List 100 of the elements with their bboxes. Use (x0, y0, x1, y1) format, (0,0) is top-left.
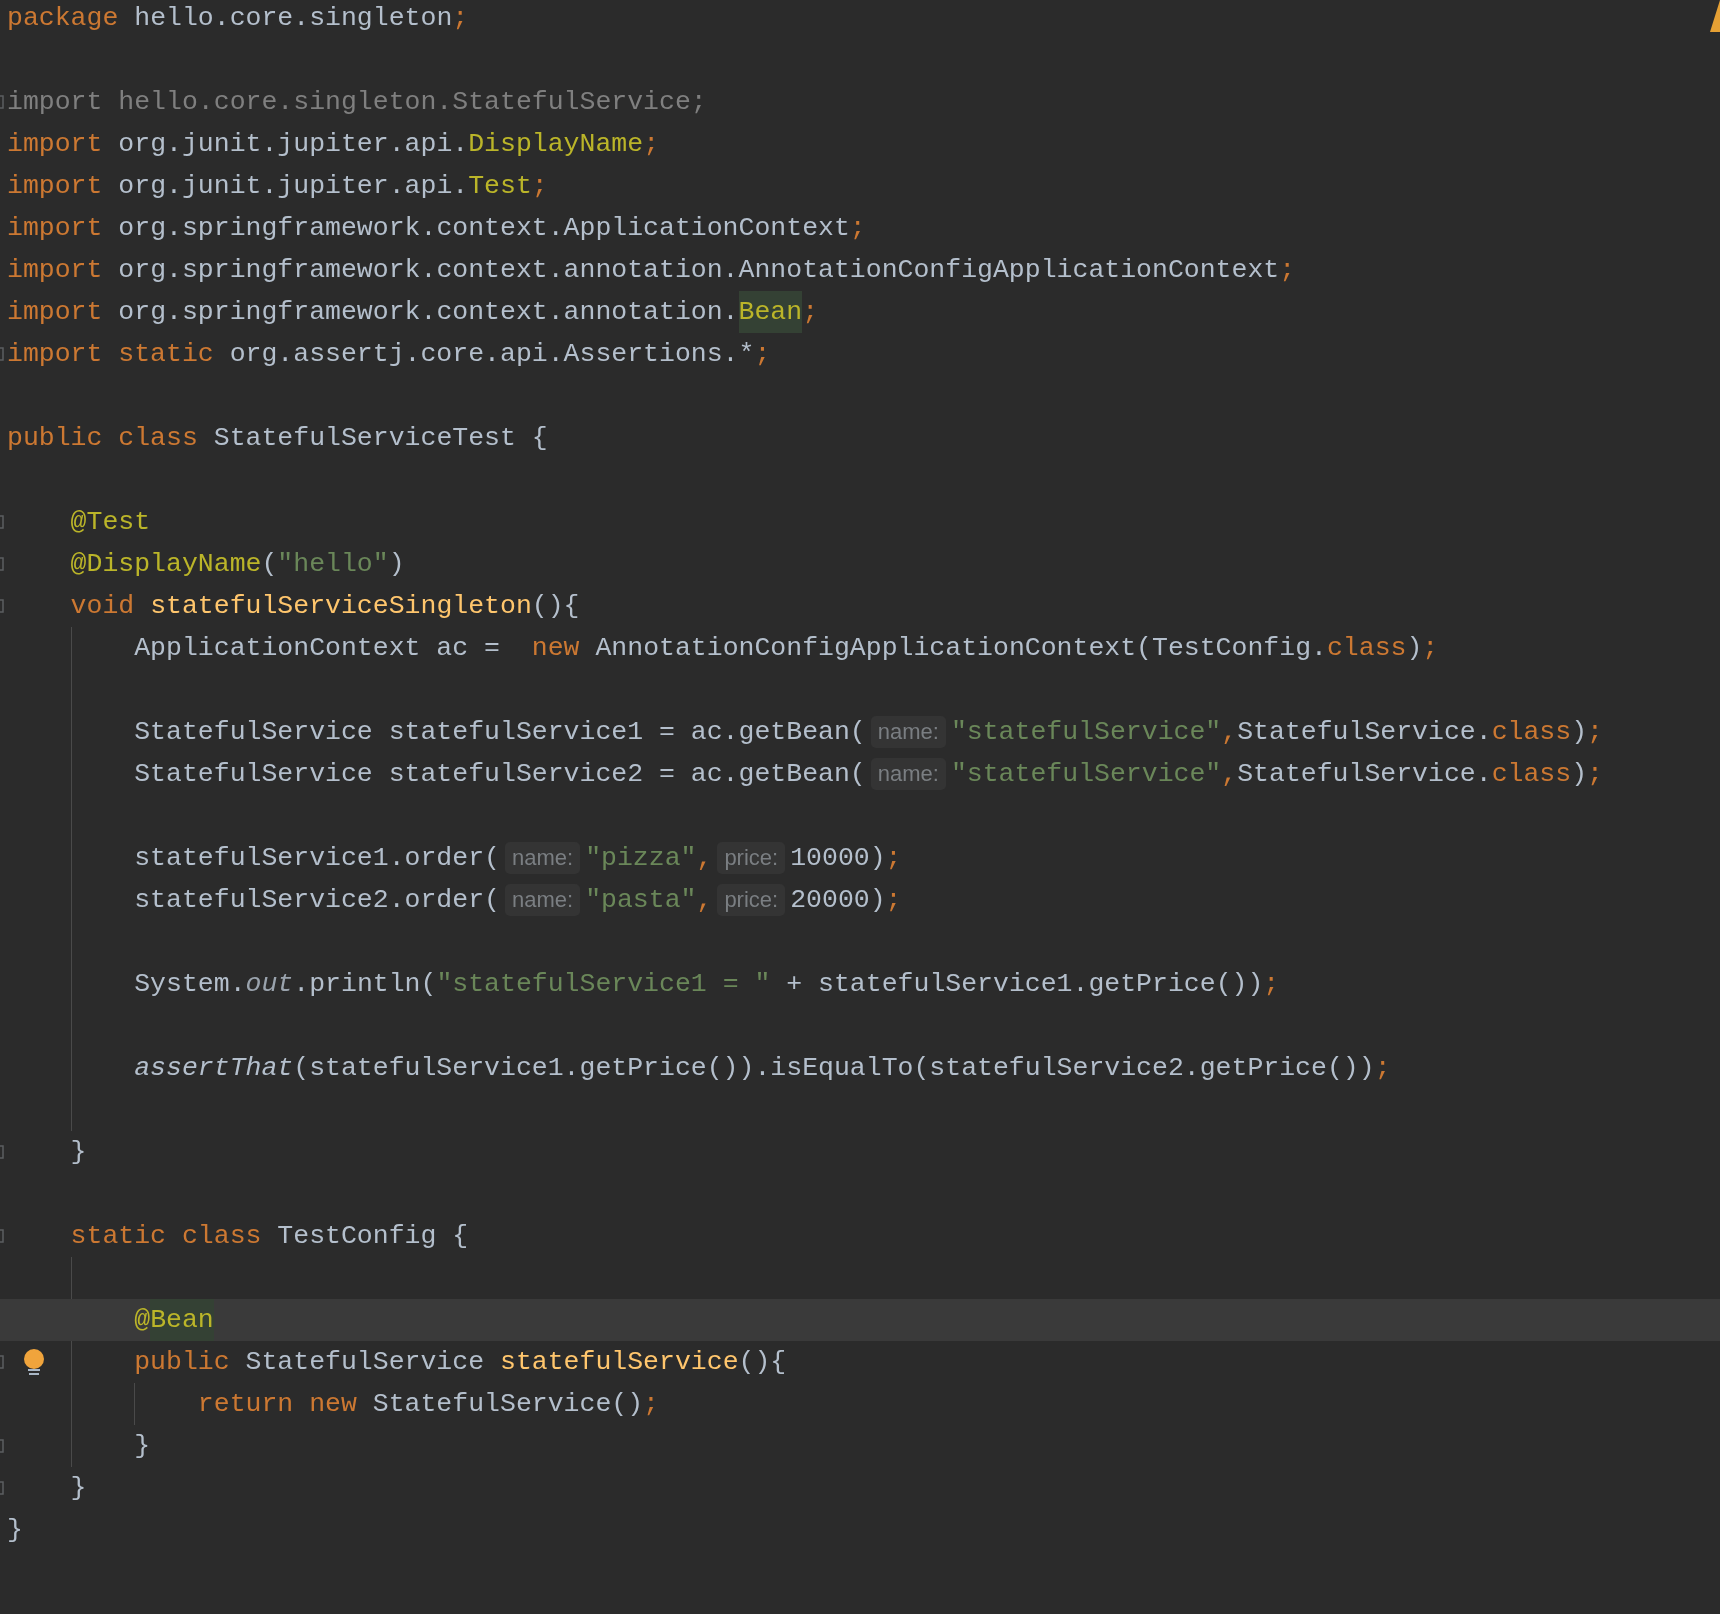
keyword: ; (754, 338, 771, 371)
method-call: assertThat (134, 1052, 294, 1085)
code-text: StatefulService statefulService1 = ac.getBean( (134, 716, 866, 749)
code-text: StatefulService() (371, 1388, 644, 1421)
code-text: 10000) (790, 842, 886, 875)
code-text: TestConfig { (276, 1220, 469, 1253)
keyword: import (7, 254, 103, 287)
unused-import: import hello.core.singleton.StatefulService; (7, 86, 707, 119)
warning-icon[interactable] (1710, 0, 1720, 32)
code-text: AnnotationConfigApplicationContext(TestConfig. (594, 632, 1327, 665)
string-literal: "hello" (277, 548, 389, 581)
code-text: ) (388, 548, 405, 581)
static-field: out (245, 963, 294, 1005)
keyword: import static (7, 338, 214, 371)
lightbulb-icon[interactable] (23, 1349, 45, 1377)
keyword: ; (1374, 1052, 1391, 1085)
code-text: System. (134, 968, 246, 1001)
code-text: (statefulService1.getPrice()).isEqualTo(statefulService2.getPrice()) (293, 1052, 1375, 1085)
code-text: } (134, 1430, 151, 1463)
code-text: ( (261, 548, 278, 581)
keyword: ; (1587, 716, 1603, 749)
code-text: 20000) (790, 884, 886, 917)
keyword: import (7, 296, 103, 329)
annotation: @ (134, 1304, 151, 1337)
code-text: org.junit.jupiter.api. (117, 128, 469, 161)
annotation: DisplayName (468, 128, 644, 161)
code-text: StatefulServiceTest { (212, 422, 548, 455)
keyword: static class (70, 1220, 262, 1253)
code-text: statefulService1.order( (134, 842, 500, 875)
code-text: StatefulService statefulService2 = ac.getBean( (134, 758, 866, 791)
code-text: org.springframework.context.annotation.AnnotationConfigApplicationContext (117, 254, 1280, 287)
code-text: ) (1571, 716, 1588, 749)
parameter-hint: price: (717, 842, 786, 874)
fold-icon[interactable] (0, 1145, 4, 1159)
keyword: ; (885, 884, 902, 917)
code-text: } (70, 1472, 87, 1505)
code-text: + statefulService1.getPrice()) (785, 968, 1264, 1001)
keyword: package (7, 2, 119, 35)
keyword: ; (643, 128, 660, 161)
fold-icon[interactable] (0, 1355, 4, 1369)
code-text: org.springframework.context.annotation. (117, 296, 739, 329)
parameter-hint: name: (505, 884, 581, 916)
parameter-hint: name: (870, 758, 946, 790)
code-text: StatefulService (244, 1346, 486, 1379)
keyword: public class (7, 422, 198, 455)
keyword: ; (1422, 632, 1439, 665)
keyword: , (696, 884, 713, 917)
keyword: import (7, 170, 103, 203)
keyword: new (531, 632, 580, 665)
code-text: ApplicationContext ac = (134, 632, 501, 665)
annotation: @Test (70, 506, 151, 539)
code-text: (){ (738, 1346, 787, 1379)
keyword: class (1491, 716, 1572, 749)
code-text: org.junit.jupiter.api. (117, 170, 469, 203)
code-text: hello.core.singleton (133, 2, 453, 35)
keyword: ; (452, 2, 469, 35)
fold-icon[interactable] (0, 1439, 4, 1453)
string-literal: "pasta" (585, 884, 697, 917)
parameter-hint: price: (717, 884, 786, 916)
keyword: ; (643, 1388, 659, 1421)
keyword: class (1491, 758, 1572, 791)
keyword: public (134, 1346, 230, 1379)
annotation: @DisplayName (70, 548, 262, 581)
code-text: .println( (293, 968, 437, 1001)
keyword: class (1326, 632, 1407, 665)
fold-icon[interactable] (0, 599, 4, 613)
code-text: (){ (531, 590, 580, 623)
keyword: ; (1263, 968, 1280, 1001)
keyword: , (696, 842, 713, 875)
keyword: ; (531, 170, 548, 203)
fold-icon[interactable] (0, 557, 4, 571)
string-literal: "statefulService1 = " (436, 968, 771, 1001)
keyword: ; (1587, 758, 1603, 791)
fold-icon[interactable] (0, 515, 4, 529)
code-text: ) (1571, 758, 1588, 791)
fold-icon[interactable] (0, 347, 4, 361)
annotation: Test (468, 170, 532, 203)
keyword: import (7, 128, 103, 161)
parameter-hint: name: (505, 842, 581, 874)
parameter-hint: name: (870, 716, 946, 748)
keyword: , (1221, 758, 1238, 791)
code-text: ) (1406, 632, 1423, 665)
code-text: } (70, 1136, 87, 1169)
code-text: org.assertj.core.api.Assertions.* (228, 338, 755, 371)
code-text: org.springframework.context.ApplicationContext (117, 212, 850, 245)
method-name: statefulService (500, 1346, 739, 1379)
string-literal: "pizza" (585, 842, 697, 875)
fold-icon[interactable] (0, 1481, 4, 1495)
string-literal: "statefulService" (950, 758, 1222, 791)
keyword: import (7, 212, 103, 245)
keyword: ; (1279, 254, 1296, 287)
highlighted-identifier: Bean (150, 1299, 214, 1341)
keyword: ; (885, 842, 902, 875)
keyword: ; (802, 296, 819, 329)
keyword: void (70, 590, 135, 623)
code-text: } (7, 1514, 23, 1547)
fold-icon[interactable] (0, 95, 4, 109)
method-name: statefulServiceSingleton (149, 590, 532, 623)
fold-icon[interactable] (0, 1229, 4, 1243)
string-literal: "statefulService" (950, 716, 1222, 749)
